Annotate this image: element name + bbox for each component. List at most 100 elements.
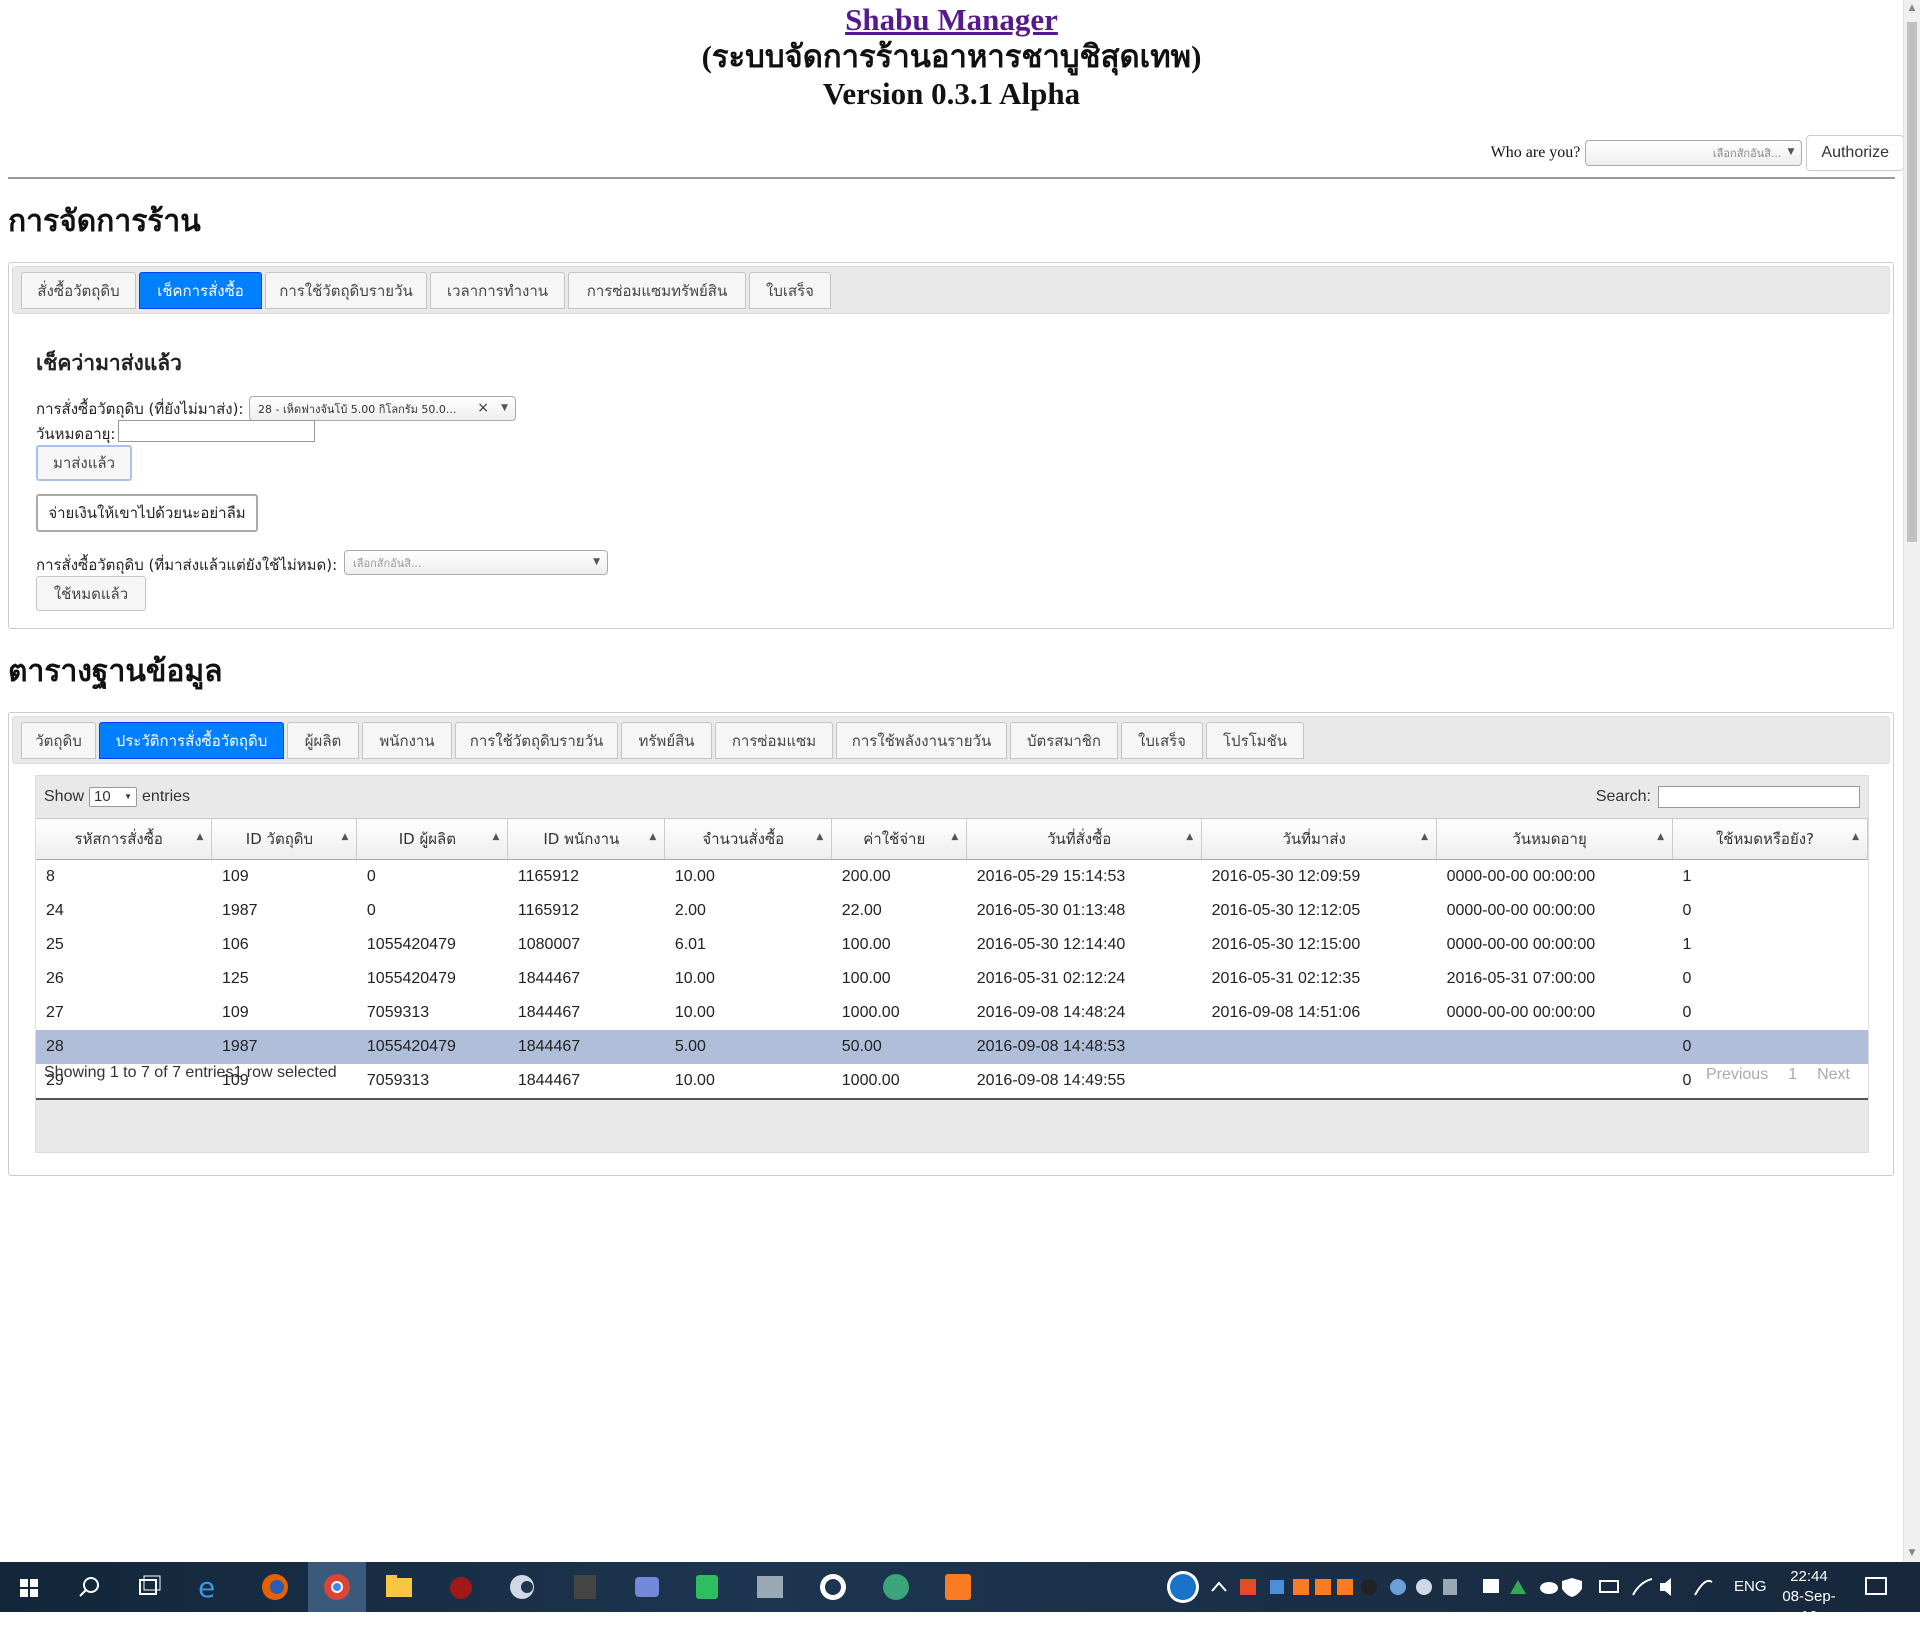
help-icon[interactable] [1167, 1571, 1199, 1603]
wifi-icon[interactable] [1632, 1578, 1653, 1596]
page-scrollbar[interactable]: ▲ ▼ [1903, 0, 1920, 1562]
scroll-thumb[interactable] [1907, 22, 1917, 542]
tray-xampp-icon[interactable] [1293, 1579, 1309, 1595]
scroll-down-icon[interactable]: ▼ [1904, 1545, 1920, 1562]
chevron-up-icon[interactable] [1211, 1581, 1227, 1592]
tab-order-history[interactable]: ประวัติการสั่งซื้อวัตถุดิบ [99, 722, 284, 759]
app-icon-green[interactable] [883, 1574, 909, 1600]
column-header-delivery-date[interactable]: วันที่มาส่ง ▲ [1201, 818, 1438, 860]
onedrive-icon[interactable] [1540, 1582, 1558, 1594]
tray-app-icon[interactable] [1443, 1579, 1457, 1595]
entries-select[interactable]: 10 ▼ [89, 787, 138, 807]
previous-page-button[interactable]: Previous [1696, 1060, 1778, 1090]
table-row[interactable]: 25 106 1055420479 1080007 6.01 100.00 2016-05-… [36, 928, 1868, 962]
tray-app-icon[interactable] [1270, 1580, 1284, 1594]
column-header-ingredient-id[interactable]: ID วัตถุดิบ ▲ [211, 818, 358, 860]
app-icon-red[interactable] [450, 1577, 472, 1599]
tab-receipts[interactable]: ใบเสร็จ [1121, 722, 1203, 759]
column-header-producer-id[interactable]: ID ผู้ผลิต ▲ [356, 818, 509, 860]
tab-daily-energy[interactable]: การใช้พลังงานรายวัน [836, 722, 1007, 759]
page-button-1[interactable]: 1 [1778, 1060, 1807, 1090]
google-drive-icon[interactable] [1510, 1580, 1526, 1594]
xampp-icon[interactable] [945, 1574, 971, 1600]
steam-app-icon[interactable] [510, 1575, 534, 1599]
tab-member-cards[interactable]: บัตรสมาชิก [1010, 722, 1118, 759]
tray-xampp-icon[interactable] [1315, 1579, 1331, 1595]
tab-employees[interactable]: พนักงาน [362, 722, 452, 759]
taskbar: e ENG 22:44 08-Sep-16 [0, 1562, 1920, 1625]
next-page-button[interactable]: Next [1807, 1060, 1860, 1090]
delivered-order-select[interactable]: เลือกสักอันสิ... ▼ [344, 550, 608, 575]
pen-icon[interactable] [1694, 1579, 1713, 1596]
input-language[interactable]: ENG [1734, 1578, 1767, 1595]
windows-start-icon[interactable] [20, 1579, 38, 1597]
arrived-button[interactable]: มาส่งแล้ว [36, 445, 132, 481]
evernote-icon[interactable] [696, 1575, 718, 1599]
tab-work-time[interactable]: เวลาการทำงาน [430, 272, 565, 309]
table-cell: 0 [1682, 970, 1692, 987]
tray-app-icon[interactable] [1390, 1579, 1406, 1595]
search-input[interactable] [1658, 786, 1860, 808]
column-header-quantity[interactable]: จำนวนสั่งซื้อ ▲ [664, 818, 833, 860]
tab-promotions[interactable]: โปรโมชัน [1206, 722, 1304, 759]
table-cell: 1 [1682, 868, 1692, 885]
used-up-button[interactable]: ใช้หมดแล้ว [36, 576, 146, 611]
tab-producers[interactable]: ผู้ผลิต [287, 722, 359, 759]
tab-order-ingredients[interactable]: สั่งซื้อวัตถุดิบ [21, 272, 136, 309]
search-icon[interactable] [79, 1577, 99, 1597]
pending-order-select[interactable]: 28 - เห็ดฟางจันโบ้ 5.00 กิโลกรัม 50.0...… [249, 396, 516, 421]
notification-center-icon[interactable] [1865, 1577, 1887, 1595]
table-row[interactable]: 26 125 1055420479 1844467 10.00 100.00 2016-05… [36, 962, 1868, 996]
security-shield-icon[interactable] [1562, 1578, 1582, 1597]
app-title-link[interactable]: Shabu Manager [0, 2, 1903, 38]
table-cell: 0000-00-00 00:00:00 [1446, 902, 1596, 919]
user-select[interactable]: เลือกสักอันสิ... ▼ [1585, 140, 1803, 166]
volume-icon[interactable] [1660, 1578, 1671, 1596]
photos-icon[interactable] [757, 1576, 783, 1598]
dropbox-icon[interactable] [1483, 1579, 1499, 1593]
pay-reminder-button[interactable]: จ่ายเงินให้เขาไปด้วยนะอย่าลืม [36, 494, 258, 532]
table-cell: 2016-09-08 14:48:24 [976, 1004, 1126, 1021]
tab-receipts[interactable]: ใบเสร็จ [749, 272, 831, 309]
tab-check-orders[interactable]: เช็คการสั่งซื้อ [139, 272, 262, 309]
auth-label: Who are you? [1490, 144, 1581, 161]
column-header-order-date[interactable]: วันที่สั่งซื้อ ▲ [966, 818, 1203, 860]
tab-asset-repair[interactable]: การซ่อมแซมทรัพย์สิน [568, 272, 746, 309]
search-label: Search: [1595, 788, 1651, 805]
column-header-cost[interactable]: ค่าใช้จ่าย ▲ [831, 818, 968, 860]
chrome-icon[interactable] [324, 1574, 350, 1600]
sublime-icon[interactable] [574, 1575, 596, 1599]
tray-steam-icon[interactable] [1416, 1579, 1432, 1595]
column-header-used-up[interactable]: ใช้หมดหรือยัง? ▲ [1672, 818, 1868, 860]
entries-value: 10 [94, 788, 111, 805]
column-header-order-id[interactable]: รหัสการสั่งซื้อ ▲ [36, 818, 213, 860]
table-row[interactable]: 24 1987 0 1165912 2.00 22.00 2016-05-30 01:13:… [36, 894, 1868, 928]
tab-assets[interactable]: ทรัพย์สิน [621, 722, 712, 759]
firefox-icon[interactable] [262, 1574, 288, 1600]
table-cell: 2016-05-30 12:14:40 [976, 936, 1126, 953]
column-header-employee-id[interactable]: ID พนักงาน ▲ [507, 818, 666, 860]
clear-icon[interactable]: × [477, 400, 489, 416]
clock[interactable]: 22:44 08-Sep-16 [1774, 1567, 1844, 1627]
auth-bar: Who are you? เลือกสักอันสิ... ▼ Authoriz… [1491, 135, 1904, 171]
tab-repairs[interactable]: การซ่อมแซม [715, 722, 833, 759]
tray-app-icon[interactable] [1240, 1579, 1256, 1595]
tray-xampp-icon[interactable] [1337, 1579, 1353, 1595]
expire-date-input[interactable] [118, 420, 315, 442]
task-view-icon[interactable] [139, 1575, 161, 1595]
discord-icon[interactable] [635, 1577, 659, 1597]
tab-daily-usage[interactable]: การใช้วัตถุดิบรายวัน [455, 722, 618, 759]
scroll-up-icon[interactable]: ▲ [1904, 0, 1920, 17]
column-header-expiry-date[interactable]: วันหมดอายุ ▲ [1436, 818, 1673, 860]
tray-app-icon[interactable] [1361, 1579, 1377, 1595]
tab-daily-ingredient-use[interactable]: การใช้วัตถุดิบรายวัน [265, 272, 427, 309]
authorize-button[interactable]: Authorize [1806, 135, 1904, 171]
table-row[interactable]: 27 109 7059313 1844467 10.00 1000.00 2016-09-0… [36, 996, 1868, 1030]
github-icon[interactable] [820, 1574, 846, 1600]
tab-ingredients[interactable]: วัตถุดิบ [21, 722, 96, 759]
table-row[interactable]: 8 109 0 1165912 10.00 200.00 2016-05-29 15:14:… [36, 860, 1868, 895]
edge-icon[interactable]: e [198, 1571, 215, 1604]
file-explorer-icon[interactable] [386, 1575, 412, 1597]
taskbar-icons: e [20, 1562, 1887, 1612]
battery-icon[interactable] [1599, 1580, 1619, 1593]
